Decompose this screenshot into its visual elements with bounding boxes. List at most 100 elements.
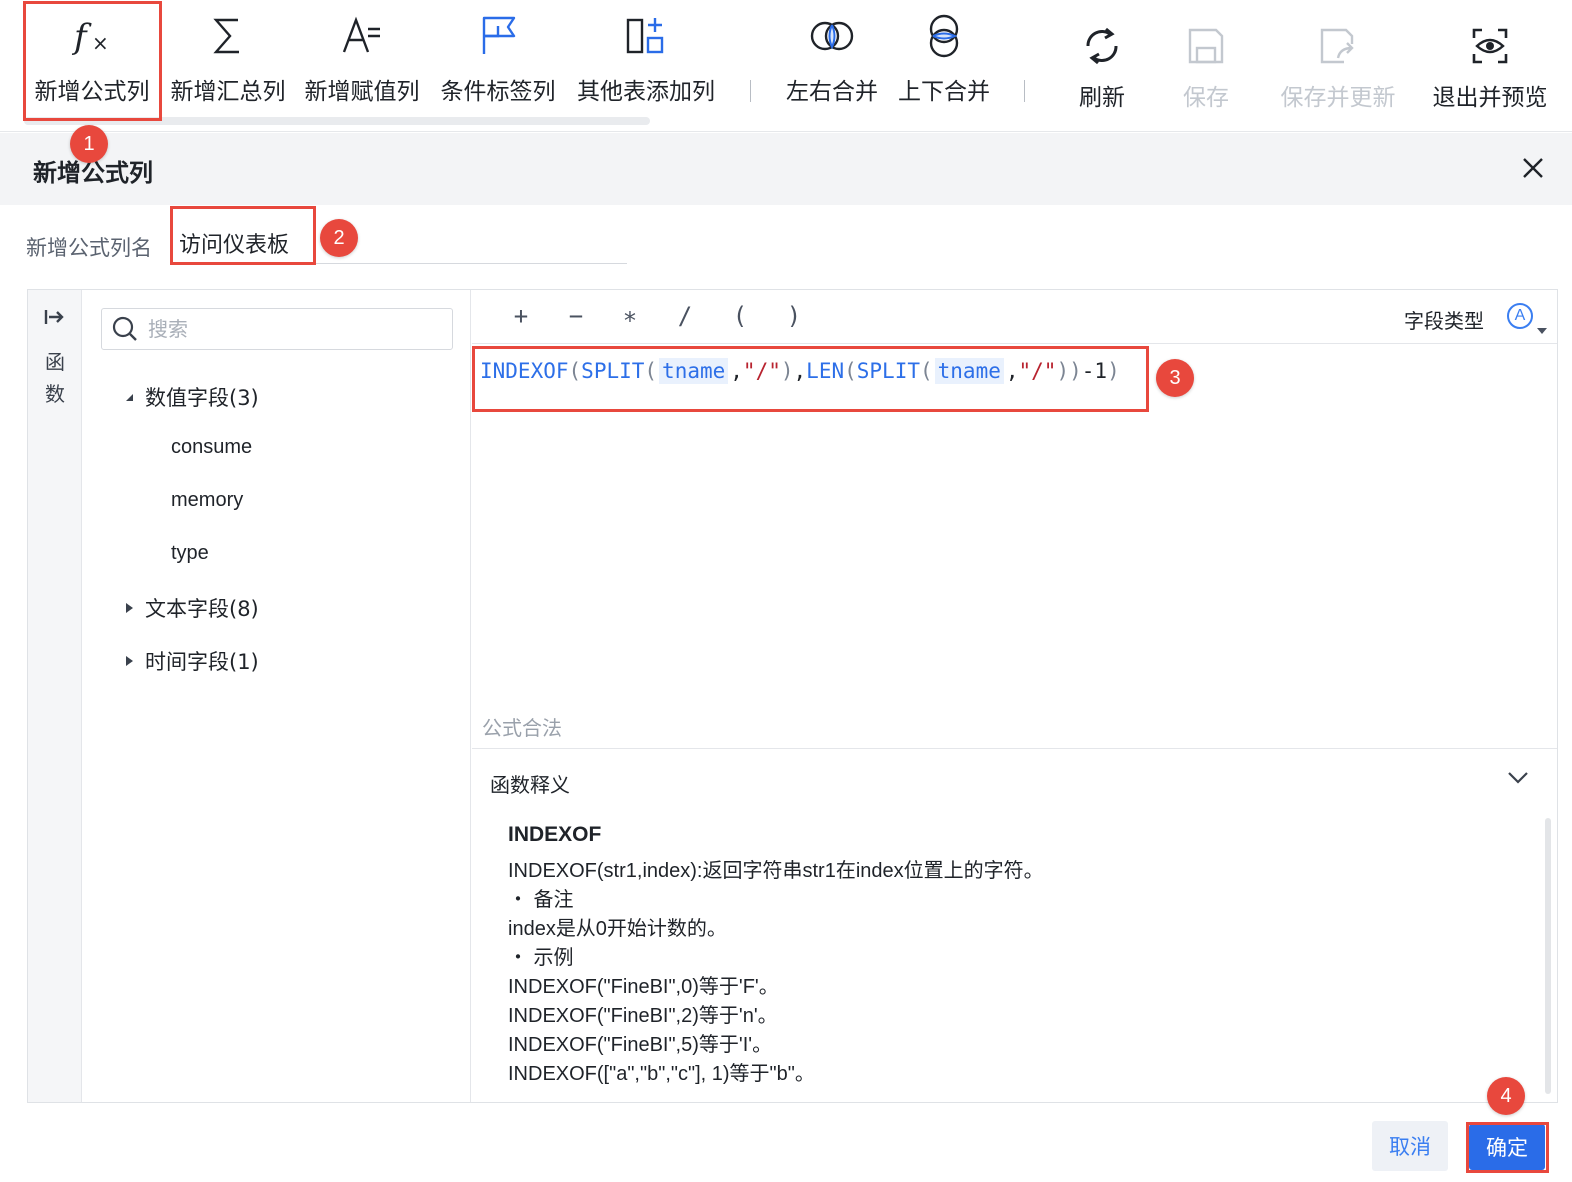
formula-paren: ( — [844, 359, 857, 383]
toolbar-scrollbar[interactable] — [24, 117, 650, 125]
function-name: INDEXOF — [508, 823, 602, 846]
add-summary-column-button[interactable]: 新增汇总列 — [166, 0, 290, 120]
tree-group-numeric[interactable]: 数值字段(3) — [123, 382, 259, 412]
tree-group-time[interactable]: 时间字段(1) — [123, 646, 259, 676]
tree-group-label: 文本字段(8) — [145, 597, 259, 621]
formula-field-token[interactable]: tname — [659, 358, 729, 384]
preview-icon — [1468, 24, 1512, 68]
tree-group-text[interactable]: 文本字段(8) — [123, 593, 259, 623]
explanation-line: INDEXOF("FineBI",2)等于'n'。 — [508, 1005, 778, 1027]
fx-icon: f × — [70, 14, 114, 58]
formula-paren: ) — [1069, 359, 1082, 383]
function-label-line2: 数 — [45, 382, 65, 406]
field-search-input[interactable] — [148, 317, 438, 341]
add-assign-column-button[interactable]: 新增赋值列 — [300, 0, 424, 120]
formula-tail: -1 — [1081, 359, 1108, 383]
caret-expanded-icon — [126, 394, 133, 401]
explanation-scrollbar[interactable] — [1545, 818, 1551, 1094]
function-explanation-title: 函数释义 — [490, 773, 570, 797]
flag-icon — [476, 14, 520, 58]
sigma-icon — [206, 14, 250, 58]
save-and-update-button[interactable]: 保存并更新 — [1276, 0, 1400, 120]
tree-group-label: 数值字段(3) — [145, 386, 259, 410]
toolbar-separator — [1024, 80, 1025, 102]
explanation-line: INDEXOF(str1,index):返回字符串str1在index位置上的字… — [508, 860, 1044, 882]
field-item[interactable]: consume — [171, 436, 252, 459]
save-button[interactable]: 保存 — [1168, 0, 1244, 120]
formula-comma: , — [793, 359, 807, 383]
merge-horizontal-icon — [810, 14, 854, 58]
exit-and-preview-button[interactable]: 退出并预览 — [1428, 0, 1552, 120]
formula-editor-panel: 函 数 数值字段(3) consume memory type 文本字段(8) … — [27, 289, 1558, 1103]
formula-field-token[interactable]: tname — [934, 358, 1004, 384]
merge-vertical-label: 上下合并 — [898, 79, 990, 105]
annotation-badge-3: 3 — [1156, 359, 1194, 397]
cancel-button[interactable]: 取消 — [1372, 1121, 1448, 1171]
add-formula-column-label: 新增公式列 — [34, 79, 150, 105]
formula-string: "/" — [1018, 359, 1057, 383]
refresh-icon — [1080, 24, 1124, 68]
formula-valid-status: 公式合法 — [482, 716, 562, 740]
annotation-badge-2: 2 — [320, 219, 358, 257]
tree-group-label: 时间字段(1) — [145, 650, 259, 674]
formula-paren: ) — [780, 359, 794, 383]
column-name-input[interactable] — [175, 222, 627, 264]
column-name-label: 新增公式列名 — [26, 236, 152, 260]
formula-input[interactable]: INDEXOF(SPLIT(tname ,"/"),LEN(SPLIT(tname… — [480, 356, 1120, 386]
operator-left-paren-button[interactable]: ( — [725, 302, 755, 332]
operator-plus-button[interactable]: + — [506, 302, 536, 332]
field-item[interactable]: type — [171, 542, 209, 565]
function-panel-toggle[interactable]: 函 数 — [28, 290, 82, 1102]
function-label-line1: 函 — [45, 350, 65, 374]
add-column-from-other-table-button[interactable]: 其他表添加列 — [572, 0, 720, 120]
formula-editor: + − ∗ / ( ) 字段类型 A INDEXOF(SPLIT(tname ,"… — [472, 290, 1557, 1102]
field-type-label: 字段类型 — [1404, 309, 1484, 333]
field-type-dropdown-icon[interactable] — [1537, 328, 1547, 334]
save-label: 保存 — [1183, 85, 1229, 111]
merge-vertical-icon — [922, 14, 966, 58]
formula-comma: , — [1005, 359, 1019, 383]
operator-divide-button[interactable]: / — [670, 302, 700, 332]
add-column-from-other-table-label: 其他表添加列 — [577, 79, 715, 105]
confirm-button[interactable]: 确定 — [1469, 1124, 1545, 1170]
operator-bar: + − ∗ / ( ) 字段类型 A — [472, 290, 1557, 344]
panel-header: 新增公式列 — [0, 133, 1572, 205]
field-type-icon[interactable]: A — [1507, 303, 1533, 329]
caret-collapsed-icon — [126, 656, 133, 666]
refresh-button[interactable]: 刷新 — [1064, 0, 1140, 120]
expand-arrow-icon[interactable] — [44, 308, 66, 326]
operator-right-paren-button[interactable]: ) — [779, 302, 809, 332]
field-item[interactable]: memory — [171, 489, 243, 512]
explanation-line: INDEXOF("FineBI",5)等于'I'。 — [508, 1034, 773, 1056]
annotation-badge-4: 4 — [1487, 1077, 1525, 1115]
search-icon — [112, 316, 137, 341]
close-icon[interactable] — [1520, 155, 1546, 181]
chevron-down-icon[interactable] — [1507, 771, 1529, 785]
merge-horizontal-button[interactable]: 左右合并 — [780, 0, 884, 120]
function-label: 函 数 — [43, 346, 67, 410]
add-summary-column-label: 新增汇总列 — [170, 79, 286, 105]
assign-icon — [340, 14, 384, 58]
formula-paren: ) — [1107, 359, 1120, 383]
formula-paren: ) — [1056, 359, 1070, 383]
merge-vertical-button[interactable]: 上下合并 — [892, 0, 996, 120]
formula-paren: ( — [919, 359, 933, 383]
formula-paren: ( — [568, 359, 582, 383]
add-formula-column-button[interactable]: f × 新增公式列 — [24, 0, 160, 120]
condition-tag-column-button[interactable]: 条件标签列 — [436, 0, 560, 120]
explanation-line: ・ 示例 — [508, 947, 574, 969]
function-explanation-body: INDEXOF INDEXOF(str1,index):返回字符串str1在in… — [508, 820, 1528, 1089]
formula-function: SPLIT — [856, 359, 920, 383]
formula-function: SPLIT — [581, 359, 645, 383]
merge-horizontal-label: 左右合并 — [786, 79, 878, 105]
formula-function: LEN — [806, 359, 845, 383]
field-list-panel: 数值字段(3) consume memory type 文本字段(8) 时间字段… — [83, 290, 471, 1102]
operator-minus-button[interactable]: − — [561, 302, 591, 332]
operator-multiply-button[interactable]: ∗ — [615, 302, 645, 332]
formula-function: INDEXOF — [480, 359, 569, 383]
toolbar: f× 新增公式列 新增汇总列 新增赋值列 条件标签列 其他表添加列 左右合并 — [0, 0, 1572, 132]
condition-tag-column-label: 条件标签列 — [440, 79, 556, 105]
function-explanation-header[interactable]: 函数释义 — [472, 748, 1557, 814]
exit-and-preview-label: 退出并预览 — [1432, 85, 1548, 111]
toolbar-separator — [750, 80, 751, 102]
